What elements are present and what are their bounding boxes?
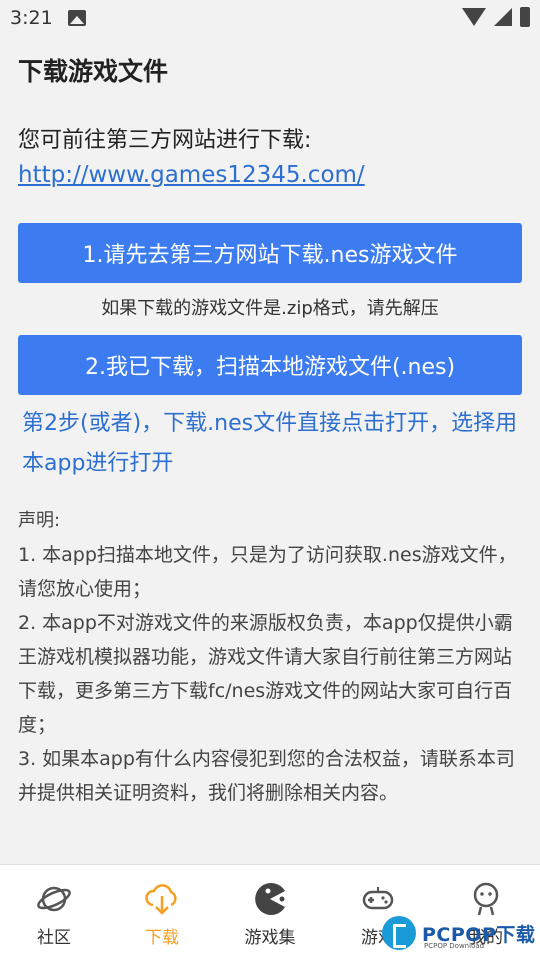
tab-community[interactable]: 社区 (0, 865, 108, 961)
planet-icon (37, 886, 71, 912)
pacman-icon (255, 883, 285, 915)
pcpop-logo-icon (382, 916, 416, 950)
tab-label: 下载 (145, 928, 179, 948)
cloud-download-icon (145, 884, 177, 915)
battery-icon (520, 7, 530, 27)
statement-body: 1. 本app扫描本地文件，只是为了访问获取.nes游戏文件，请您放心使用； 2… (18, 538, 522, 810)
tab-game-collection[interactable]: 游戏集 (216, 865, 324, 961)
status-bar: 3:21 (0, 0, 540, 36)
tab-label: 社区 (37, 928, 71, 948)
signal-icon (494, 8, 512, 26)
photo-notification-icon (68, 10, 86, 26)
download-nes-button[interactable]: 1.请先去第三方网站下载.nes游戏文件 (18, 223, 522, 283)
statement-item: 3. 如果本app有什么内容侵犯到您的合法权益，请联系本司并提供相关证明资料，我… (18, 748, 515, 804)
statement-item: 2. 本app不对游戏文件的来源版权负责，本app仅提供小霸王游戏机模拟器功能，… (18, 612, 513, 736)
page-title: 下载游戏文件 (18, 57, 169, 86)
zip-hint: 如果下载的游戏文件是.zip格式，请先解压 (101, 298, 439, 319)
tab-download[interactable]: 下载 (108, 865, 216, 961)
step2-hint[interactable]: 第2步(或者)，下载.nes文件直接点击打开，选择用本app进行打开 (22, 404, 518, 484)
watermark-subtext: PCPOP Download (424, 942, 485, 950)
status-time: 3:21 (10, 7, 53, 29)
statement-item: 1. 本app扫描本地文件，只是为了访问获取.nes游戏文件，请您放心使用； (18, 544, 517, 600)
wifi-icon (462, 8, 486, 26)
website-link[interactable]: http://www.games12345.com/ (18, 162, 365, 188)
intro-text: 您可前往第三方网站进行下载: (18, 128, 312, 153)
watermark: PCPOP下载 PCPOP Download (382, 906, 540, 960)
tab-label: 游戏集 (244, 928, 296, 948)
scan-local-files-button[interactable]: 2.我已下载，扫描本地游戏文件(.nes) (18, 335, 522, 395)
statement-heading: 声明: (18, 510, 61, 531)
status-icons (462, 7, 530, 27)
